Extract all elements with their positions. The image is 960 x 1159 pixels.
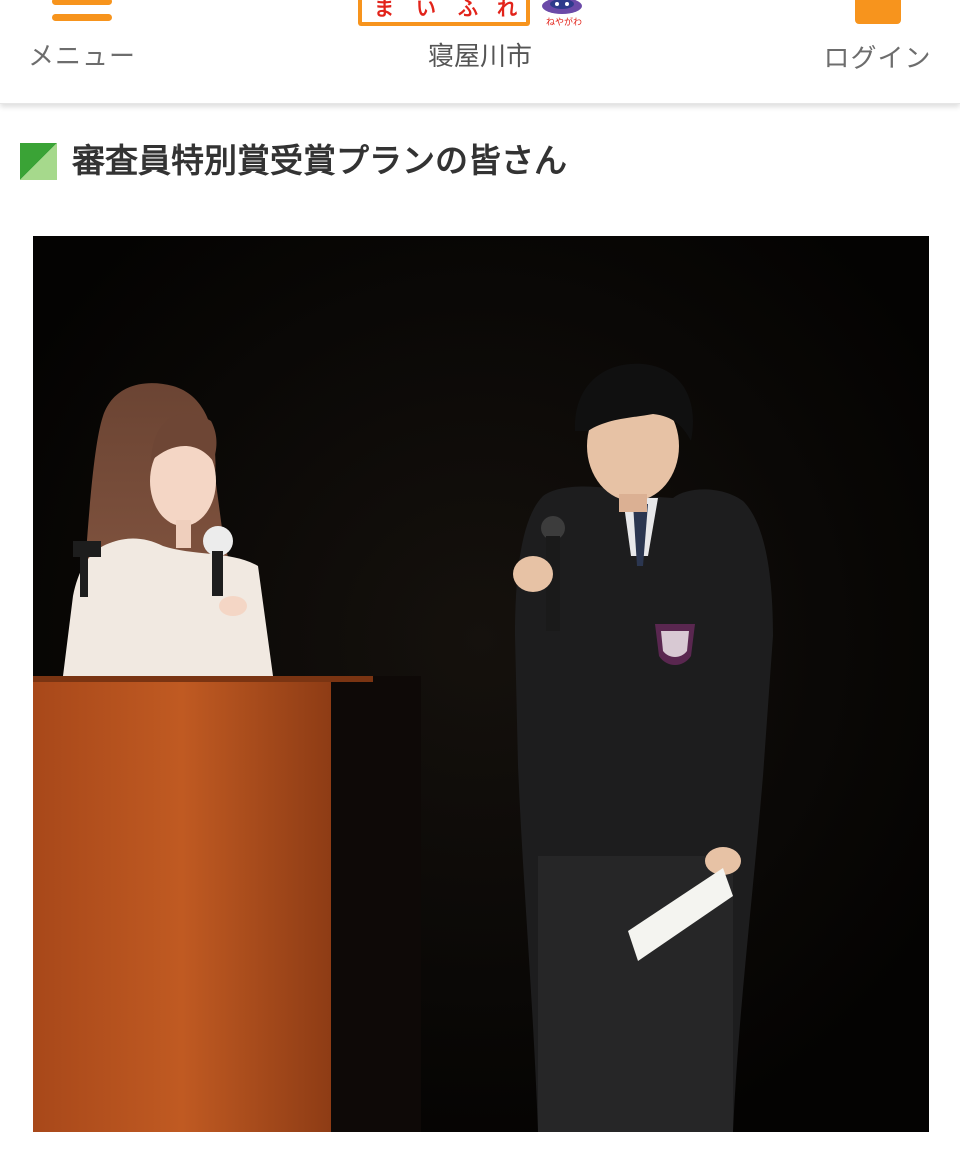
site-header: メニュー ま い ふ れ ねやがわ 寝屋川市 ログイン [0,0,960,104]
award-photo [33,236,929,1132]
logo-char: ま [362,0,406,22]
site-logo[interactable]: ま い ふ れ ねやがわ [358,0,598,30]
section-heading: 審査員特別賞受賞プランの皆さん [20,140,940,184]
green-triangle-marker-icon [20,143,57,180]
logo-char: ふ [446,0,490,22]
menu-label: メニュー [27,42,136,72]
user-icon [855,0,901,24]
login-button[interactable]: ログイン [815,0,940,90]
logo-box: ま い ふ れ [358,0,530,26]
menu-button[interactable]: メニュー [22,0,142,90]
logo-char: い [404,0,448,22]
hamburger-icon [52,0,112,26]
logo-char: れ [488,0,526,22]
mascot-caption: ねやがわ [546,16,582,28]
city-name: 寝屋川市 [427,42,532,72]
section-heading-text: 審査員特別賞受賞プランの皆さん [72,141,567,180]
mascot-icon: ねやがわ [540,0,590,28]
login-label: ログイン [823,44,932,74]
